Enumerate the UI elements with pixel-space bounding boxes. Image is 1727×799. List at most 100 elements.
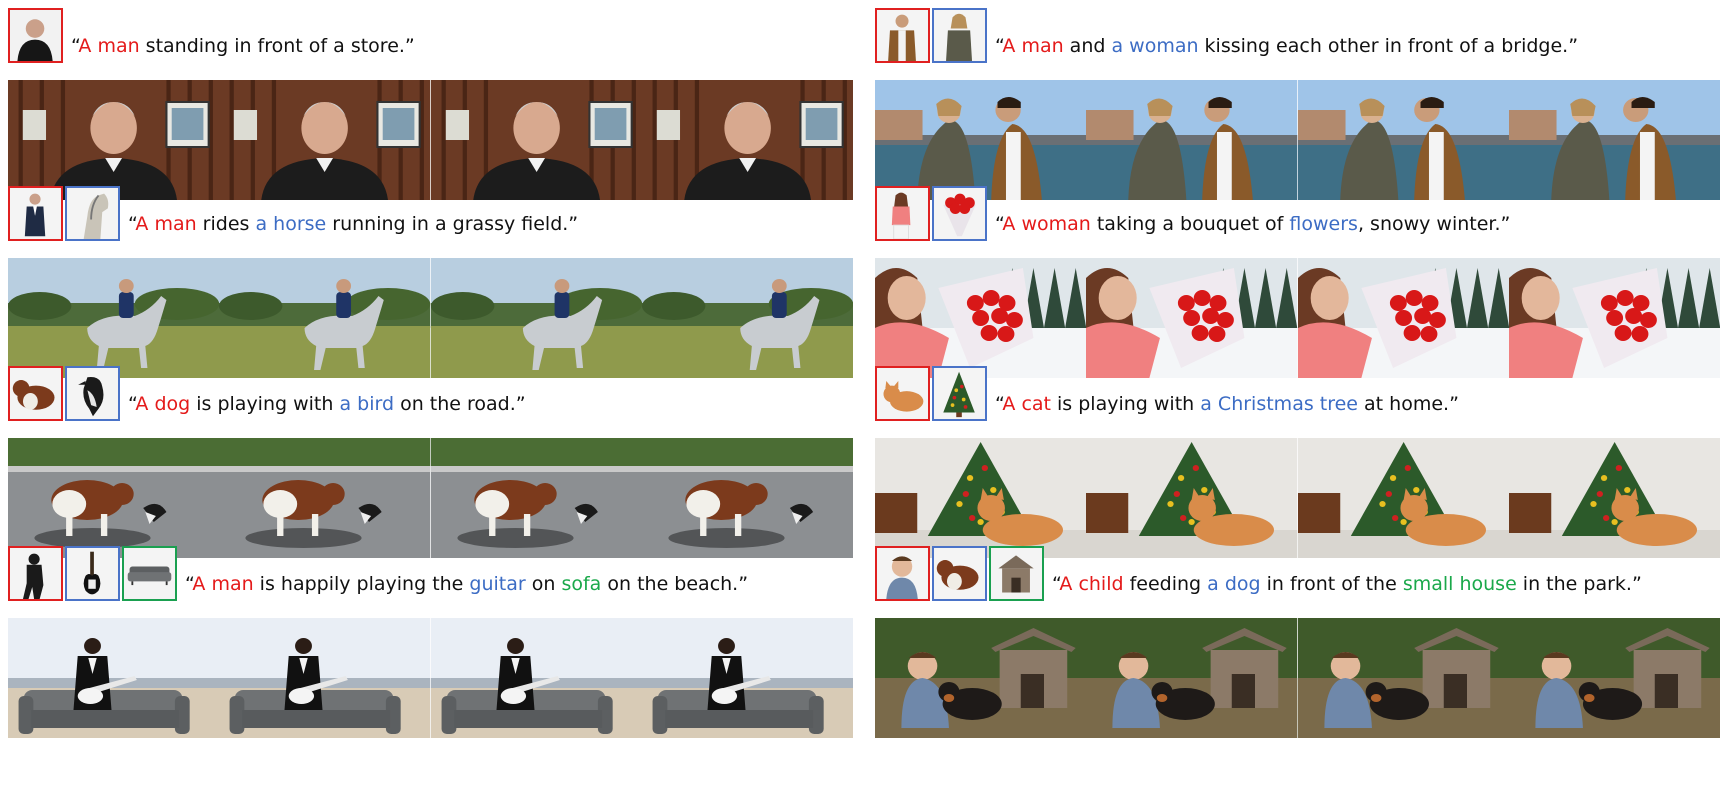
video-frame <box>8 80 220 200</box>
video-frame <box>641 80 853 200</box>
highlighted-subject: a bird <box>339 393 395 415</box>
highlighted-subject: small house <box>1402 573 1517 595</box>
reference-images <box>8 186 120 244</box>
dog-house-icon <box>989 546 1044 601</box>
caption-segment: on the road.” <box>394 393 526 415</box>
dog-icon <box>932 546 987 601</box>
highlighted-subject: sofa <box>561 573 602 595</box>
man-portrait-icon <box>8 8 63 63</box>
video-frame <box>875 80 1087 200</box>
video-frame <box>430 438 642 558</box>
video-frame <box>219 258 431 378</box>
video-frame <box>1508 258 1720 378</box>
child-icon <box>875 546 930 601</box>
caption-segment: on the beach.” <box>601 573 749 595</box>
caption-segment: in front of the <box>1260 573 1403 595</box>
video-frame <box>1508 618 1720 738</box>
caption-text: “A woman taking a bouquet of flowers, sn… <box>995 213 1510 235</box>
video-frame <box>1086 80 1298 200</box>
caption-segment: standing in front of a store.” <box>139 35 415 57</box>
caption-segment: is playing with <box>190 393 340 415</box>
caption-text: “A child feeding a dog in front of the s… <box>1052 573 1642 595</box>
highlighted-subject: A woman <box>1002 213 1091 235</box>
caption-text: “A cat is playing with a Christmas tree … <box>995 393 1459 415</box>
caption-segment: , snowy winter.” <box>1357 213 1511 235</box>
highlighted-subject: a Christmas tree <box>1200 393 1358 415</box>
video-frame <box>8 438 220 558</box>
video-frame <box>1086 438 1298 558</box>
video-frame-strip <box>875 258 1720 378</box>
sofa-icon <box>122 546 177 601</box>
video-frame-strip <box>875 618 1720 738</box>
caption-text: “A man rides a horse running in a grassy… <box>128 213 578 235</box>
video-frame <box>1297 258 1509 378</box>
christmas-tree-icon <box>932 366 987 421</box>
video-frame <box>875 258 1087 378</box>
video-frame-strip <box>875 438 1720 558</box>
video-frame <box>8 258 220 378</box>
video-frame-strip <box>8 258 853 378</box>
reference-images <box>875 8 987 66</box>
highlighted-subject: A man <box>1002 35 1064 57</box>
video-frame <box>219 80 431 200</box>
video-frame <box>1297 618 1509 738</box>
reference-images <box>875 546 1044 604</box>
video-frame <box>430 258 642 378</box>
man-suit-icon <box>8 186 63 241</box>
dog-icon <box>8 366 63 421</box>
highlighted-subject: A child <box>1059 573 1124 595</box>
highlighted-subject: A dog <box>135 393 191 415</box>
caption-text: “A man and a woman kissing each other in… <box>995 35 1578 57</box>
caption-segment: on <box>525 573 562 595</box>
video-frame <box>641 438 853 558</box>
highlighted-subject: A man <box>192 573 254 595</box>
video-frame <box>1297 80 1509 200</box>
woman-pink-icon <box>875 186 930 241</box>
highlighted-subject: a horse <box>255 213 327 235</box>
highlighted-subject: A man <box>78 35 140 57</box>
video-frame <box>219 618 431 738</box>
video-frame <box>1086 618 1298 738</box>
video-frame <box>641 618 853 738</box>
bouquet-icon <box>932 186 987 241</box>
reference-images <box>875 186 987 244</box>
caption-segment: at home.” <box>1358 393 1459 415</box>
guitar-icon <box>65 546 120 601</box>
woman-icon <box>932 8 987 63</box>
video-frame-strip <box>875 80 1720 200</box>
caption-segment: kissing each other in front of a bridge.… <box>1198 35 1579 57</box>
highlighted-subject: a dog <box>1207 573 1261 595</box>
reference-images <box>8 8 63 66</box>
video-frame <box>219 438 431 558</box>
highlighted-subject: flowers <box>1289 213 1358 235</box>
highlighted-subject: A cat <box>1002 393 1051 415</box>
caption-segment: and <box>1063 35 1112 57</box>
video-frame-strip <box>8 618 853 738</box>
caption-text: “A man is happily playing the guitar on … <box>185 573 748 595</box>
highlighted-subject: guitar <box>469 573 526 595</box>
video-frame <box>641 258 853 378</box>
video-frame <box>430 618 642 738</box>
caption-segment: rides <box>196 213 256 235</box>
man-silhouette-icon <box>8 546 63 601</box>
caption-text: “A man standing in front of a store.” <box>71 35 415 57</box>
video-frame <box>1508 80 1720 200</box>
reference-images <box>8 366 120 424</box>
man-jacket-icon <box>875 8 930 63</box>
caption-segment: running in a grassy field.” <box>326 213 579 235</box>
video-frame <box>1508 438 1720 558</box>
cat-icon <box>875 366 930 421</box>
reference-images <box>875 366 987 424</box>
caption-segment: feeding <box>1123 573 1208 595</box>
video-frame <box>1086 258 1298 378</box>
video-frame <box>8 618 220 738</box>
highlighted-subject: a woman <box>1111 35 1199 57</box>
reference-images <box>8 546 177 604</box>
caption-text: “A dog is playing with a bird on the roa… <box>128 393 526 415</box>
caption-segment: in the park.” <box>1516 573 1642 595</box>
highlighted-subject: A man <box>135 213 197 235</box>
video-frame <box>1297 438 1509 558</box>
video-frame-strip <box>8 80 853 200</box>
bird-icon <box>65 366 120 421</box>
video-frame-strip <box>8 438 853 558</box>
